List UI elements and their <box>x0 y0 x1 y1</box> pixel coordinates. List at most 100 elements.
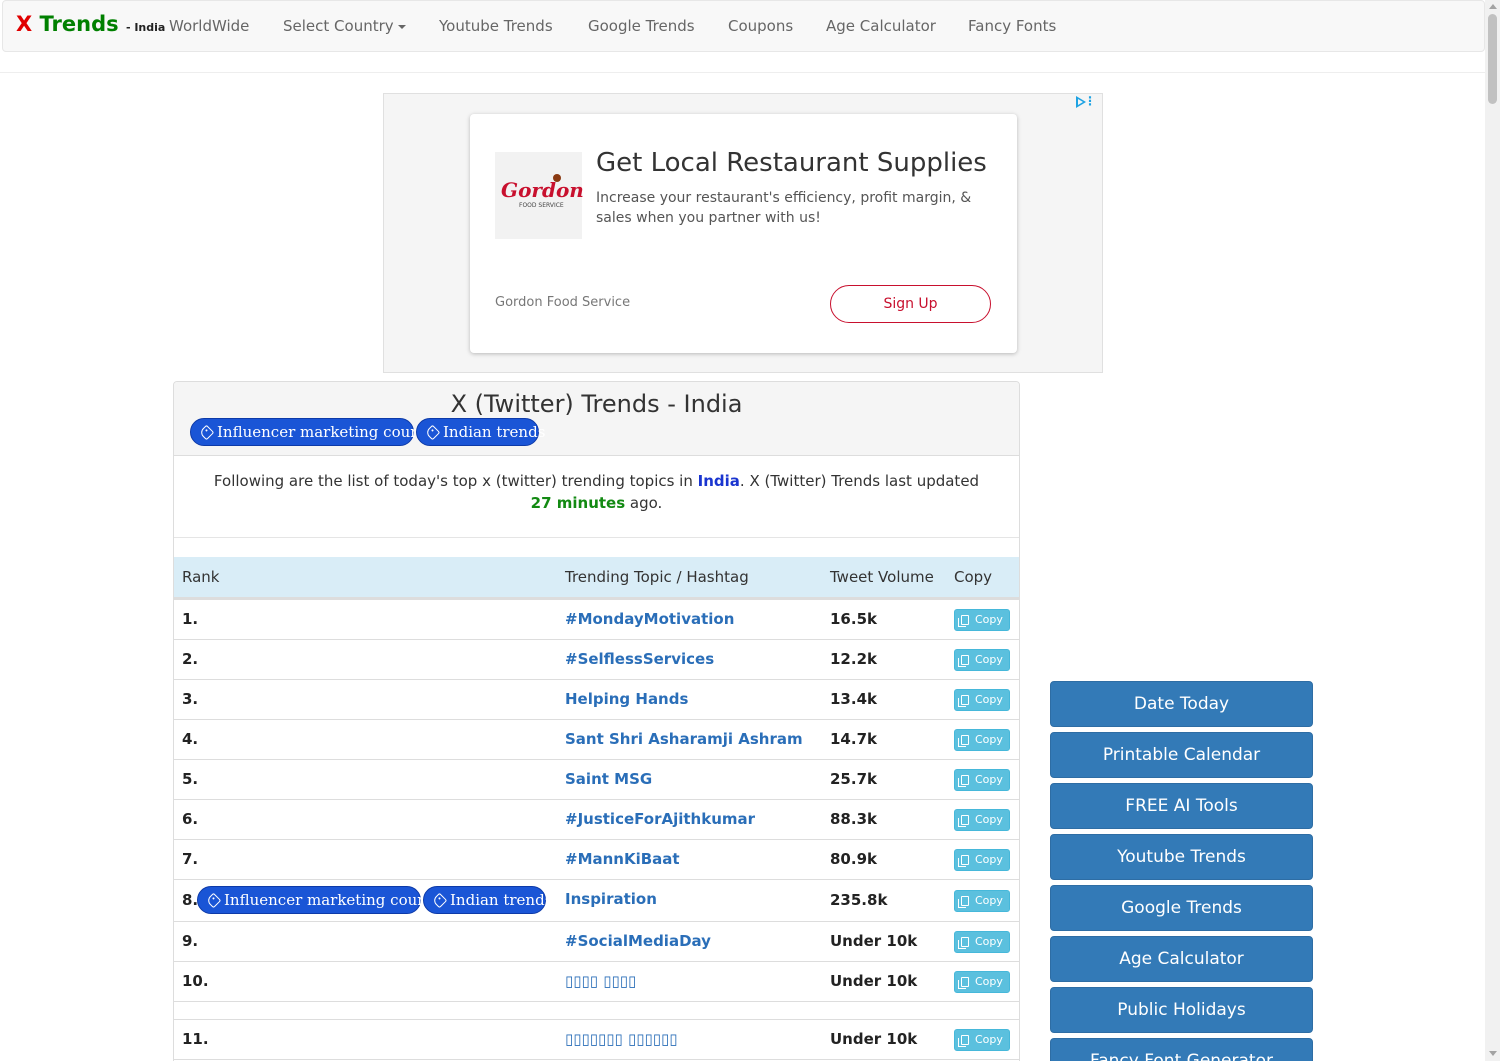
copy-button[interactable]: Copy <box>954 809 1010 831</box>
row-topic-link[interactable]: #SelflessServices <box>565 650 714 668</box>
copy-label: Copy <box>975 975 1003 988</box>
nav-google-trends[interactable]: Google Trends <box>588 17 695 35</box>
tag-indian-trends[interactable]: Indian trends <box>423 886 552 914</box>
table-row: 9. #SocialMediaDay Under 10k Copy <box>174 921 1019 961</box>
country-link[interactable]: India <box>698 472 740 490</box>
copy-label: Copy <box>975 693 1003 706</box>
table-row: 3. Helping Hands 13.4k Copy <box>174 679 1019 719</box>
row-topic-link[interactable]: #JusticeForAjithkumar <box>565 810 755 828</box>
copy-button[interactable]: Copy <box>954 890 1010 912</box>
ad-description: Increase your restaurant's efficiency, p… <box>596 190 972 226</box>
sidebar-google-trends-button[interactable]: Google Trends <box>1050 885 1313 931</box>
row-volume: Under 10k <box>830 932 918 950</box>
row-rank: 4. <box>182 730 199 748</box>
ad-headline[interactable]: Get Local Restaurant Supplies <box>596 148 987 178</box>
copy-button[interactable]: Copy <box>954 689 1010 711</box>
nav-youtube-trends[interactable]: Youtube Trends <box>439 17 553 35</box>
row-topic-link[interactable]: ▯▯▯▯▯▯▯ ▯▯▯▯▯▯ <box>565 1030 678 1048</box>
sidebar-fancy-font-generator-button[interactable]: Fancy Font Generator <box>1050 1038 1313 1061</box>
brand-x: X <box>16 12 33 36</box>
copy-label: Copy <box>975 613 1003 626</box>
header-volume: Tweet Volume <box>830 568 934 586</box>
panel-heading: X (Twitter) Trends - India Influencer ma… <box>174 382 1019 456</box>
copy-icon <box>958 615 969 627</box>
scroll-down-arrow-icon[interactable] <box>1489 1051 1497 1056</box>
sidebar-youtube-trends-button[interactable]: Youtube Trends <box>1050 834 1313 880</box>
row-topic-link[interactable]: Inspiration <box>565 890 657 908</box>
copy-icon <box>958 977 969 989</box>
row-topic-link[interactable]: Helping Hands <box>565 690 688 708</box>
copy-button[interactable]: Copy <box>954 849 1010 871</box>
table-row: 8. Influencer marketing courses Indian t… <box>174 879 1019 921</box>
row-topic-link[interactable]: Saint MSG <box>565 770 652 788</box>
header-topic: Trending Topic / Hashtag <box>565 568 749 586</box>
nav-age-calculator[interactable]: Age Calculator <box>826 17 936 35</box>
scroll-up-arrow-icon[interactable] <box>1489 4 1497 9</box>
tag-indian-trends[interactable]: Indian trends <box>416 418 545 446</box>
tag-label: Influencer marketing courses <box>217 423 442 441</box>
row-topic-link[interactable]: #SocialMediaDay <box>565 932 711 950</box>
sidebar-date-today-button[interactable]: Date Today <box>1050 681 1313 727</box>
copy-button[interactable]: Copy <box>954 729 1010 751</box>
page-scrollbar[interactable] <box>1485 0 1500 1061</box>
tag-influencer-marketing[interactable]: Influencer marketing courses <box>197 886 449 914</box>
brand-country: - India <box>125 21 166 34</box>
row-volume: 14.7k <box>830 730 877 748</box>
sidebar-free-ai-tools-button[interactable]: FREE AI Tools <box>1050 783 1313 829</box>
sidebar-printable-calendar-button[interactable]: Printable Calendar <box>1050 732 1313 778</box>
row-volume: 235.8k <box>830 891 888 909</box>
tag-label: Indian trends <box>450 891 553 909</box>
copy-icon <box>958 1035 969 1047</box>
row-volume: 12.2k <box>830 650 877 668</box>
row-volume: 80.9k <box>830 850 877 868</box>
row-topic-link[interactable]: Sant Shri Asharamji Ashram <box>565 730 803 748</box>
copy-button[interactable]: Copy <box>954 769 1010 791</box>
tag-icon <box>431 892 448 909</box>
ad-card[interactable]: Gordon FOOD SERVICE Get Local Restaurant… <box>470 114 1017 353</box>
copy-button[interactable]: Copy <box>954 1029 1010 1051</box>
ad-advertiser-name[interactable]: Gordon Food Service <box>495 295 630 310</box>
nav-fancy-fonts[interactable]: Fancy Fonts <box>968 17 1056 35</box>
ad-menu-icon[interactable]: ⋮ <box>1084 95 1096 107</box>
row-rank: 10. <box>182 972 209 990</box>
table-row: 1. #MondayMotivation 16.5k Copy <box>174 599 1019 639</box>
brand-logo[interactable]: X Trends - India <box>16 12 165 36</box>
sidebar-age-calculator-button[interactable]: Age Calculator <box>1050 936 1313 982</box>
copy-label: Copy <box>975 813 1003 826</box>
copy-button[interactable]: Copy <box>954 931 1010 953</box>
ad-sign-up-button[interactable]: Sign Up <box>830 285 991 323</box>
advertisement[interactable]: ⋮ Gordon FOOD SERVICE Get Local Restaura… <box>383 93 1103 373</box>
copy-label: Copy <box>975 894 1003 907</box>
sidebar-public-holidays-button[interactable]: Public Holidays <box>1050 987 1313 1033</box>
copy-button[interactable]: Copy <box>954 609 1010 631</box>
header-rank: Rank <box>182 568 220 586</box>
tag-influencer-marketing[interactable]: Influencer marketing courses <box>190 418 442 446</box>
advertiser-logo[interactable]: Gordon FOOD SERVICE <box>495 152 584 239</box>
row-rank: 1. <box>182 610 199 628</box>
row-topic-link[interactable]: #MannKiBaat <box>565 850 680 868</box>
table-row: 4. Sant Shri Asharamji Ashram 14.7k Copy <box>174 719 1019 759</box>
copy-button[interactable]: Copy <box>954 971 1010 993</box>
nav-coupons[interactable]: Coupons <box>728 17 793 35</box>
row-rank: 8. <box>182 891 199 909</box>
tag-icon <box>205 892 222 909</box>
header-copy: Copy <box>954 568 993 586</box>
copy-icon <box>958 775 969 787</box>
page-title: X (Twitter) Trends - India <box>450 390 743 418</box>
row-volume: 88.3k <box>830 810 877 828</box>
intro-after: ago. <box>625 494 663 512</box>
row-topic-link[interactable]: #MondayMotivation <box>565 610 734 628</box>
trends-panel: X (Twitter) Trends - India Influencer ma… <box>173 381 1020 1061</box>
row-topic-link[interactable]: ▯▯▯▯ ▯▯▯▯ <box>565 972 636 990</box>
copy-icon <box>958 896 969 908</box>
table-row: 2. #SelflessServices 12.2k Copy <box>174 639 1019 679</box>
copy-button[interactable]: Copy <box>954 649 1010 671</box>
copy-icon <box>958 655 969 667</box>
nav-select-country[interactable]: Select Country <box>283 17 406 35</box>
table-row: 10. ▯▯▯▯ ▯▯▯▯ Under 10k Copy <box>174 961 1019 1001</box>
scrollbar-thumb[interactable] <box>1488 14 1497 104</box>
table-row: 6. #JusticeForAjithkumar 88.3k Copy <box>174 799 1019 839</box>
intro-before: Following are the list of today's top x … <box>213 472 698 490</box>
nav-worldwide[interactable]: WorldWide <box>169 17 249 35</box>
copy-label: Copy <box>975 853 1003 866</box>
